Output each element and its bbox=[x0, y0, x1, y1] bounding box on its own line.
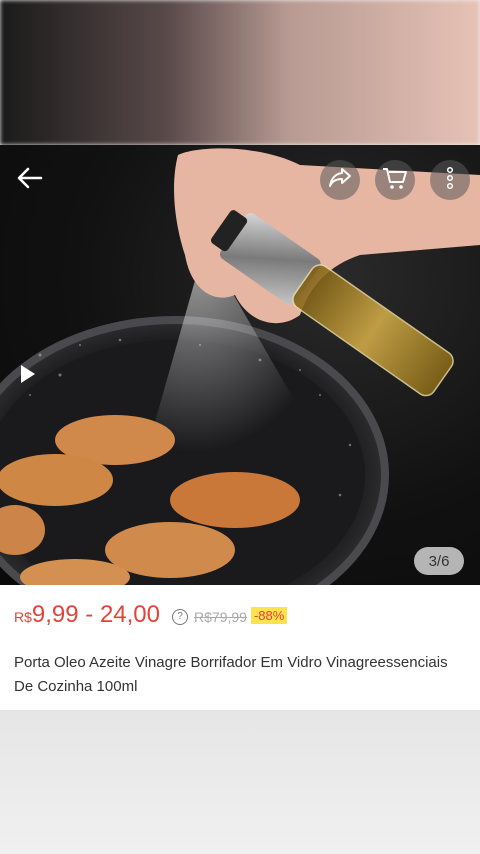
image-counter: 3/6 bbox=[414, 547, 464, 575]
price-range: 9,99 - 24,00 bbox=[31, 601, 161, 628]
original-price: R$79,99 bbox=[194, 609, 247, 625]
blurred-bottom-area bbox=[0, 710, 480, 854]
price-currency: R$ bbox=[14, 609, 32, 625]
discount-badge: -88% bbox=[250, 607, 288, 624]
more-button[interactable] bbox=[430, 160, 470, 200]
price-help-icon[interactable]: ? bbox=[172, 608, 189, 625]
cart-button[interactable] bbox=[375, 160, 415, 200]
play-icon bbox=[18, 365, 38, 389]
share-button[interactable] bbox=[320, 160, 360, 200]
more-vertical-icon bbox=[445, 165, 455, 196]
back-button[interactable] bbox=[10, 160, 50, 200]
blurred-background bbox=[0, 0, 480, 145]
product-info-panel: R$ 9,99 - 24,00 ? R$79,99 -88% Porta Ole… bbox=[0, 585, 480, 710]
product-photo bbox=[0, 148, 480, 585]
cart-icon bbox=[381, 164, 409, 197]
share-icon bbox=[327, 165, 353, 196]
arrow-left-icon bbox=[15, 163, 45, 198]
price-row: R$ 9,99 - 24,00 ? R$79,99 -88% bbox=[14, 601, 288, 629]
product-image-carousel[interactable]: 3/6 bbox=[0, 145, 480, 585]
play-video-button[interactable] bbox=[18, 363, 42, 387]
product-title: Porta Oleo Azeite Vinagre Borrifador Em … bbox=[14, 654, 448, 695]
